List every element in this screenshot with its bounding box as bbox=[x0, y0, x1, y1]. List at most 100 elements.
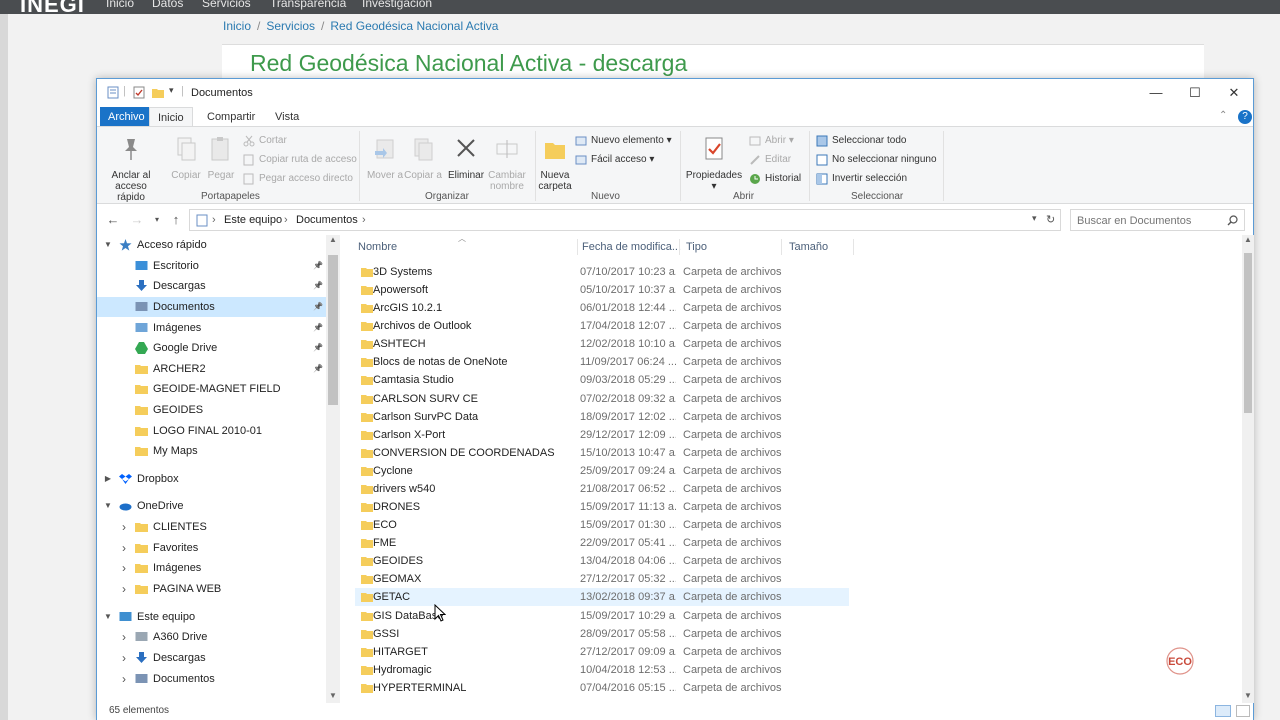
back-arrow-icon[interactable]: ← bbox=[105, 212, 121, 228]
file-row[interactable]: Carlson X-Port 29/12/2017 12:09 ... Carpet… bbox=[355, 426, 849, 444]
up-arrow-icon[interactable]: ↑ bbox=[168, 212, 184, 228]
column-separator[interactable] bbox=[577, 239, 578, 255]
file-row[interactable]: Camtasia Studio 09/03/2018 05:29 ... Carpe… bbox=[355, 371, 849, 389]
expand-chevron-icon[interactable]: › bbox=[119, 579, 129, 599]
nav-item[interactable]: Documentos 📌 bbox=[97, 297, 327, 317]
pegar-button[interactable]: Pegar bbox=[205, 135, 237, 181]
path-documentos[interactable]: Documentos bbox=[296, 214, 358, 226]
expand-chevron-icon[interactable]: › bbox=[119, 627, 129, 647]
cambiar-nombre-button[interactable]: Cambiar nombre bbox=[485, 135, 529, 192]
collapse-ribbon-icon[interactable]: ⌃ bbox=[1219, 110, 1227, 121]
file-row[interactable]: ASHTECH 12/02/2018 10:10 a... Carpeta de a… bbox=[355, 335, 849, 353]
refresh-icon[interactable]: ↻ bbox=[1046, 213, 1055, 226]
file-row[interactable]: Cyclone 25/09/2017 09:24 a... Carpeta de a… bbox=[355, 462, 849, 480]
pin-icon[interactable]: 📌 bbox=[313, 256, 323, 276]
nav-item[interactable]: Imágenes 📌 bbox=[97, 318, 327, 338]
editar-button[interactable]: Editar bbox=[749, 152, 791, 168]
file-row[interactable]: drivers w540 21/08/2017 06:52 ... Carpeta … bbox=[355, 480, 849, 498]
file-row[interactable]: ECO 15/09/2017 01:30 ... Carpeta de archiv… bbox=[355, 516, 849, 534]
tab-compartir[interactable]: Compartir bbox=[199, 107, 263, 127]
file-row[interactable]: ArcGIS 10.2.1 06/01/2018 12:44 ... Carpeta… bbox=[355, 299, 849, 317]
nav-item[interactable]: Escritorio 📌 bbox=[97, 256, 327, 276]
pegar-acceso-button[interactable]: Pegar acceso directo bbox=[243, 171, 353, 187]
properties-quick-icon[interactable] bbox=[107, 86, 119, 99]
file-row[interactable]: DRONES 15/09/2017 11:13 a... Carpeta de ar… bbox=[355, 498, 849, 516]
invertir-seleccion-button[interactable]: Invertir selección bbox=[816, 171, 907, 187]
scrollbar-thumb[interactable] bbox=[328, 255, 338, 405]
file-row[interactable]: Blocs de notas de OneNote 11/09/2017 06:2… bbox=[355, 353, 849, 371]
pin-icon[interactable]: 📌 bbox=[313, 359, 323, 379]
nav-item[interactable]: Descargas 📌 bbox=[97, 276, 327, 296]
historial-button[interactable]: Historial bbox=[749, 171, 801, 187]
pin-icon[interactable]: 📌 bbox=[313, 338, 323, 358]
file-row[interactable]: CARLSON SURV CE 07/02/2018 09:32 a... Carp… bbox=[355, 390, 849, 408]
file-row[interactable]: HITARGET 27/12/2017 09:09 a... Carpeta de … bbox=[355, 643, 849, 661]
search-icon[interactable] bbox=[1227, 215, 1238, 226]
nav-item[interactable]: › A360 Drive bbox=[97, 627, 327, 647]
nuevo-elemento-button[interactable]: Nuevo elemento ▾ bbox=[575, 133, 672, 149]
address-dropdown-icon[interactable]: ▾ bbox=[1032, 213, 1037, 224]
file-row[interactable]: Carlson SurvPC Data 18/09/2017 12:02 ... C… bbox=[355, 408, 849, 426]
cortar-button[interactable]: Cortar bbox=[243, 133, 287, 149]
path-este-equipo[interactable]: Este equipo bbox=[224, 214, 282, 226]
file-row[interactable]: FME 22/09/2017 05:41 ... Carpeta de archiv… bbox=[355, 534, 849, 552]
check-quick-icon[interactable] bbox=[133, 86, 145, 99]
path-chevron-icon[interactable]: › bbox=[284, 214, 288, 226]
site-nav-datos[interactable]: Datos bbox=[152, 0, 183, 10]
file-row[interactable]: GEOIDES 13/04/2018 04:06 ... Carpeta de ar… bbox=[355, 552, 849, 570]
file-row[interactable]: HYPERTERMINAL 07/04/2016 05:15 ... Carpeta… bbox=[355, 679, 849, 697]
tab-inicio[interactable]: Inicio bbox=[149, 107, 193, 127]
large-icons-view-icon[interactable] bbox=[1236, 705, 1250, 717]
column-fecha[interactable]: Fecha de modifica... bbox=[582, 241, 681, 253]
expand-chevron-icon[interactable]: › bbox=[119, 517, 129, 537]
facil-acceso-button[interactable]: Fácil acceso ▾ bbox=[575, 152, 654, 168]
nav-item[interactable]: ▼ Acceso rápido bbox=[97, 235, 327, 255]
forward-arrow-icon[interactable]: → bbox=[129, 212, 145, 228]
file-row[interactable]: GETAC 13/02/2018 09:37 a... Carpeta de arc… bbox=[355, 588, 849, 607]
search-field[interactable] bbox=[1070, 209, 1245, 231]
nav-item[interactable]: LOGO FINAL 2010-01 bbox=[97, 421, 327, 441]
scroll-up-icon[interactable]: ▲ bbox=[329, 235, 337, 244]
no-seleccionar-button[interactable]: No seleccionar ninguno bbox=[816, 152, 937, 168]
eliminar-button[interactable]: Eliminar bbox=[447, 135, 485, 181]
expand-chevron-icon[interactable]: › bbox=[119, 669, 129, 689]
site-nav-investigacion[interactable]: Investigación bbox=[362, 0, 432, 10]
column-tipo[interactable]: Tipo bbox=[686, 241, 707, 253]
nav-item[interactable]: GEOIDES bbox=[97, 400, 327, 420]
help-icon[interactable]: ? bbox=[1238, 110, 1252, 124]
nav-item[interactable]: › Favorites bbox=[97, 538, 327, 558]
nav-item[interactable]: ▼ OneDrive bbox=[97, 496, 327, 516]
expand-chevron-icon[interactable]: › bbox=[119, 538, 129, 558]
qa-dropdown-icon[interactable]: ▾ bbox=[169, 85, 174, 96]
expand-chevron-icon[interactable]: ▼ bbox=[103, 607, 113, 627]
tab-vista[interactable]: Vista bbox=[267, 107, 307, 127]
file-row[interactable]: 3D Systems 07/10/2017 10:23 a... Carpeta d… bbox=[355, 263, 849, 281]
search-input[interactable] bbox=[1077, 213, 1225, 228]
nav-item[interactable]: › Documentos bbox=[97, 669, 327, 689]
column-separator[interactable] bbox=[781, 239, 782, 255]
nav-item[interactable]: › Imágenes bbox=[97, 558, 327, 578]
expand-chevron-icon[interactable]: › bbox=[119, 648, 129, 668]
file-row[interactable]: Hydromagic 10/04/2018 12:53 ... Carpeta de… bbox=[355, 661, 849, 679]
address-field[interactable]: › Este equipo › Documentos › ▾ ↻ bbox=[189, 209, 1061, 231]
breadcrumb-inicio[interactable]: Inicio bbox=[223, 19, 251, 33]
breadcrumb-servicios[interactable]: Servicios bbox=[266, 19, 315, 33]
details-view-icon[interactable] bbox=[1215, 705, 1231, 717]
path-chevron-icon[interactable]: › bbox=[362, 214, 366, 226]
file-row[interactable]: GIS DataBase 15/09/2017 10:29 a... Carpeta… bbox=[355, 607, 849, 625]
scroll-down-icon[interactable]: ▼ bbox=[329, 691, 337, 700]
expand-chevron-icon[interactable]: ▶ bbox=[103, 469, 113, 489]
pin-icon[interactable]: 📌 bbox=[313, 318, 323, 338]
expand-chevron-icon[interactable]: ▼ bbox=[103, 235, 113, 255]
maximize-button[interactable]: ☐ bbox=[1175, 83, 1215, 103]
nueva-carpeta-button[interactable]: Nueva carpeta bbox=[535, 135, 575, 192]
breadcrumb-red-geodesica[interactable]: Red Geodésica Nacional Activa bbox=[330, 19, 498, 33]
folder-quick-icon[interactable] bbox=[152, 86, 164, 99]
scrollbar-thumb[interactable] bbox=[1244, 253, 1252, 413]
minimize-button[interactable]: — bbox=[1136, 83, 1176, 103]
file-row[interactable]: Archivos de Outlook 17/04/2018 12:07 ... C… bbox=[355, 317, 849, 335]
column-separator[interactable] bbox=[853, 239, 854, 255]
propiedades-button[interactable]: Propiedades ▾ bbox=[685, 135, 743, 192]
expand-chevron-icon[interactable]: › bbox=[119, 558, 129, 578]
file-row[interactable]: GEOMAX 27/12/2017 05:32 ... Carpeta de arc… bbox=[355, 570, 849, 588]
